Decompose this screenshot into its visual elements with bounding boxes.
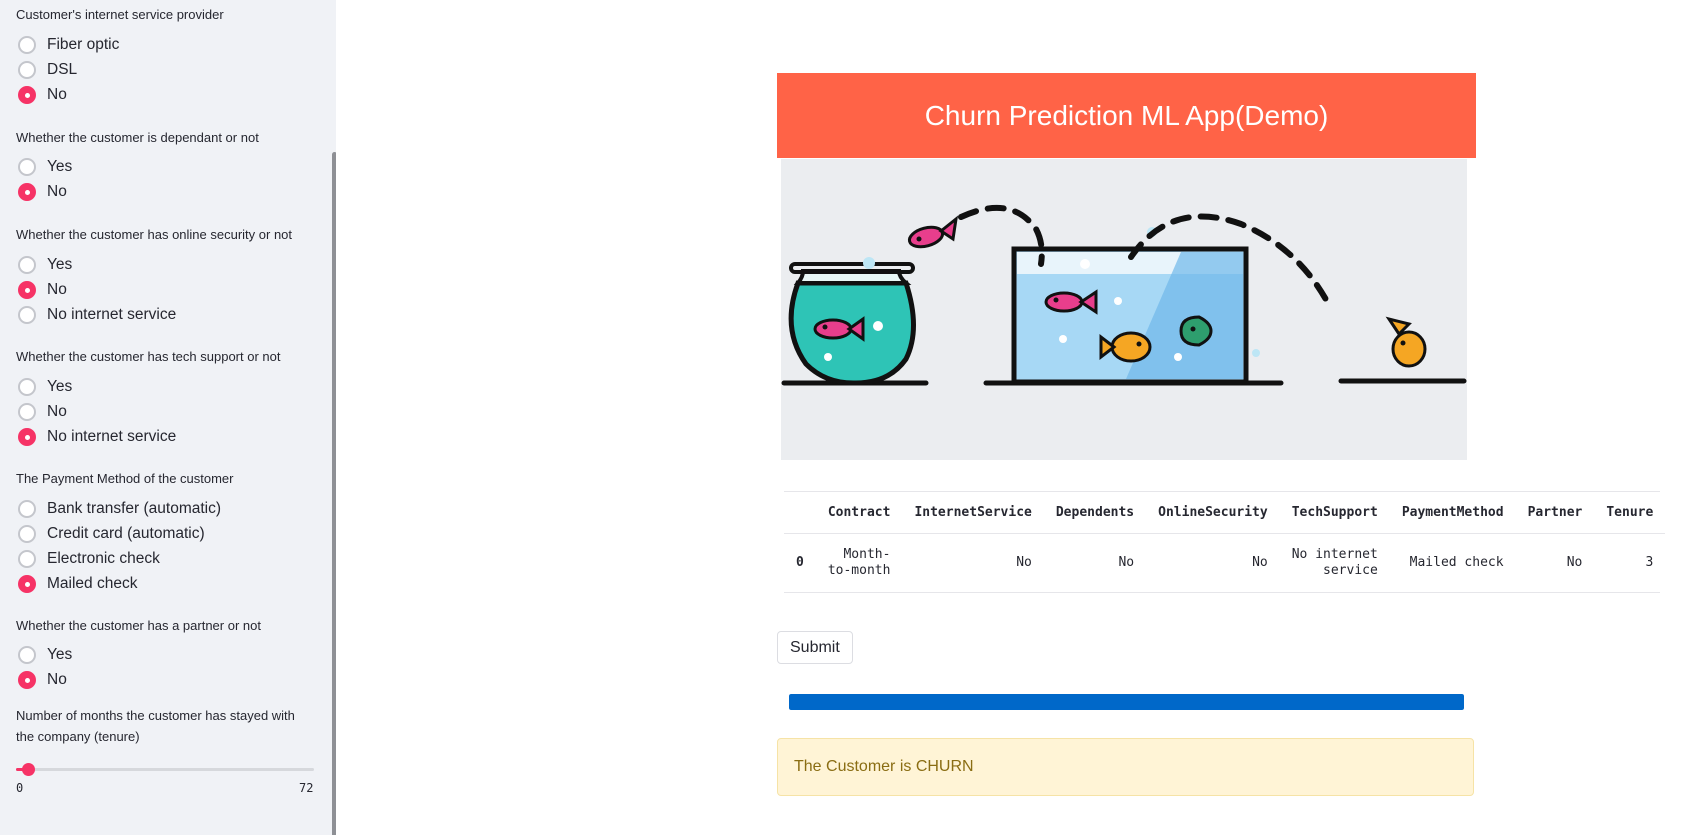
radio-circle[interactable]: [18, 378, 36, 396]
radio-circle-selected[interactable]: [18, 428, 36, 446]
internet-service-label: Customer's internet service provider: [16, 7, 224, 22]
radio-payment-bank[interactable]: Bank transfer (automatic): [18, 497, 221, 521]
radio-payment-credit-card[interactable]: Credit card (automatic): [18, 522, 205, 546]
radio-circle-selected[interactable]: [18, 183, 36, 201]
radio-security-no-internet[interactable]: No internet service: [18, 303, 176, 327]
churn-illustration: [781, 159, 1467, 460]
title-banner: Churn Prediction ML App(Demo): [777, 73, 1476, 158]
radio-label: Yes: [47, 256, 73, 273]
radio-dependents-no[interactable]: No: [18, 180, 67, 204]
radio-internet-dsl[interactable]: DSL: [18, 58, 77, 82]
online-security-label: Whether the customer has online security…: [16, 227, 293, 242]
radio-circle[interactable]: [18, 306, 36, 324]
radio-tech-no[interactable]: No: [18, 400, 67, 424]
sidebar: Customer's internet service provider Fib…: [0, 0, 336, 835]
radio-circle[interactable]: [18, 646, 36, 664]
radio-tech-no-internet[interactable]: No internet service: [18, 425, 176, 449]
col-header: Partner: [1515, 492, 1595, 534]
radio-label: No internet service: [47, 306, 177, 323]
radio-circle[interactable]: [18, 550, 36, 568]
table-cell: No internet service: [1291, 547, 1378, 578]
progress-fill: [789, 694, 1464, 710]
radio-security-no[interactable]: No: [18, 278, 67, 302]
radio-circle[interactable]: [18, 36, 36, 54]
dataframe-table: Contract InternetService Dependents Onli…: [784, 492, 1666, 593]
progress-bar: [789, 694, 1464, 710]
col-header: InternetService: [902, 492, 1044, 534]
radio-label: No internet service: [47, 428, 177, 445]
col-header: Dependents: [1043, 492, 1147, 534]
slider-min-value: 0: [16, 781, 24, 795]
page-title: Churn Prediction ML App(Demo): [924, 99, 1329, 131]
radio-internet-no[interactable]: No: [18, 83, 67, 107]
radio-label: Yes: [47, 158, 73, 175]
table-cell: No: [1118, 555, 1135, 570]
row-index: 0: [796, 555, 804, 570]
radio-label: Bank transfer (automatic): [47, 500, 222, 517]
prediction-result-text: The Customer is CHURN: [794, 758, 974, 775]
radio-circle-selected[interactable]: [18, 671, 36, 689]
slider-thumb[interactable]: [22, 763, 36, 776]
col-header: TechSupport: [1279, 492, 1390, 534]
col-header: Contract: [815, 492, 903, 534]
radio-circle[interactable]: [18, 158, 36, 176]
col-header: PaymentMethod: [1389, 492, 1516, 534]
radio-circle[interactable]: [18, 256, 36, 274]
table-header-row: Contract InternetService Dependents Onli…: [784, 492, 1666, 534]
radio-label: No: [47, 183, 67, 200]
radio-circle-selected[interactable]: [18, 575, 36, 593]
radio-label: Yes: [47, 378, 73, 395]
radio-label: No: [47, 671, 67, 688]
radio-label: Mailed check: [47, 575, 138, 592]
table-cell: No: [1252, 555, 1268, 570]
radio-label: Yes: [47, 646, 73, 663]
table-cell: Mailed check: [1409, 555, 1504, 570]
radio-payment-electronic[interactable]: Electronic check: [18, 547, 160, 571]
radio-internet-fiber-optic[interactable]: Fiber optic: [18, 33, 119, 57]
radio-label: Fiber optic: [47, 36, 120, 53]
dependents-label: Whether the customer is dependant or not: [16, 130, 259, 145]
radio-label: Credit card (automatic): [47, 525, 205, 542]
radio-partner-no[interactable]: No: [18, 668, 67, 692]
table-cell: Month-to-month: [827, 547, 891, 578]
prediction-result-alert: The Customer is CHURN: [777, 738, 1474, 796]
radio-circle[interactable]: [18, 61, 36, 79]
col-header: Tenure: [1594, 492, 1666, 534]
partner-label: Whether the customer has a partner or no…: [16, 618, 261, 633]
radio-label: Electronic check: [47, 550, 160, 567]
sidebar-scrollbar[interactable]: [332, 152, 336, 835]
tenure-label: Number of months the customer has stayed…: [16, 708, 295, 744]
radio-security-yes[interactable]: Yes: [18, 253, 72, 277]
input-dataframe: Contract InternetService Dependents Onli…: [784, 491, 1666, 593]
radio-payment-mailed[interactable]: Mailed check: [18, 572, 137, 596]
submit-button[interactable]: Submit: [777, 631, 853, 664]
radio-circle[interactable]: [18, 403, 36, 421]
tenure-slider[interactable]: [16, 763, 314, 776]
slider-max-value: 72: [299, 781, 314, 795]
radio-label: No: [47, 403, 67, 420]
table-cell: No: [1566, 555, 1583, 570]
table-cell: 3: [1645, 555, 1654, 570]
radio-label: No: [47, 281, 67, 298]
radio-dependents-yes[interactable]: Yes: [18, 155, 72, 179]
radio-circle[interactable]: [18, 500, 36, 518]
col-header-index: [784, 492, 816, 534]
table-cell: No: [1016, 555, 1032, 570]
tech-support-label: Whether the customer has tech support or…: [16, 349, 281, 364]
radio-partner-yes[interactable]: Yes: [18, 643, 72, 667]
radio-circle-selected[interactable]: [18, 86, 36, 104]
table-row: 0 Month-to-month No No No No internet se…: [784, 534, 1665, 593]
radio-tech-yes[interactable]: Yes: [18, 375, 72, 399]
radio-circle[interactable]: [18, 525, 36, 543]
radio-circle-selected[interactable]: [18, 281, 36, 299]
col-header: OnlineSecurity: [1146, 492, 1280, 534]
radio-label: DSL: [47, 61, 78, 78]
payment-method-label: The Payment Method of the customer: [16, 471, 234, 486]
radio-label: No: [47, 86, 67, 103]
